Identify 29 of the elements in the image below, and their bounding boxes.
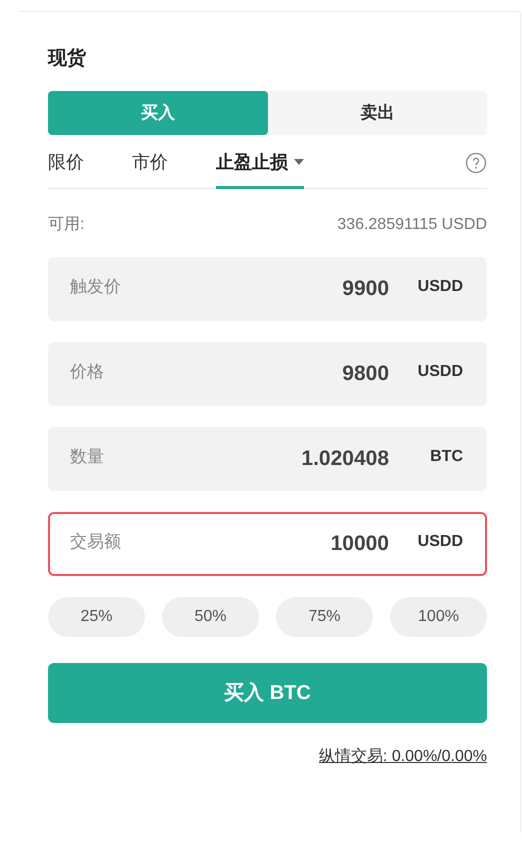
available-balance: 336.28591115 USDD [337,215,487,235]
unit-label: USDD [416,277,463,297]
panel-title: 现货 [48,47,87,71]
input-field[interactable]: 交易额 10000 USDD [48,512,487,576]
order-type-tab[interactable]: 限价 [48,149,84,189]
fee-link[interactable]: 纵情交易: 0.00%/0.00% [318,745,487,769]
input-field[interactable]: 数量 1.020408 BTC [48,427,487,491]
field-label: 触发价 [70,276,122,298]
field-value: 1.020408 [301,446,389,472]
order-type-tab[interactable]: 市价 [132,149,168,189]
input-field[interactable]: 触发价 9900 USDD [48,257,487,321]
unit-label: USDD [416,532,463,552]
percent-button[interactable]: 100% [390,597,487,637]
unit-label: BTC [429,447,463,467]
help-icon[interactable] [465,152,487,174]
available-label: 可用: [48,215,84,235]
unit-label: USDD [416,362,463,382]
field-value: 9900 [342,276,389,302]
field-value: 10000 [330,531,389,558]
field-label: 价格 [70,361,105,384]
field-value: 9800 [342,361,389,388]
percent-button[interactable]: 50% [162,597,259,637]
percent-button[interactable]: 75% [276,597,373,637]
order-type-tab[interactable]: 止盈止损 [216,149,304,189]
side-tab[interactable]: 卖出 [268,91,487,135]
field-label: 数量 [70,446,105,468]
input-field[interactable]: 价格 9800 USDD [48,342,487,406]
percent-button[interactable]: 25% [48,597,145,637]
field-label: 交易额 [70,531,122,554]
